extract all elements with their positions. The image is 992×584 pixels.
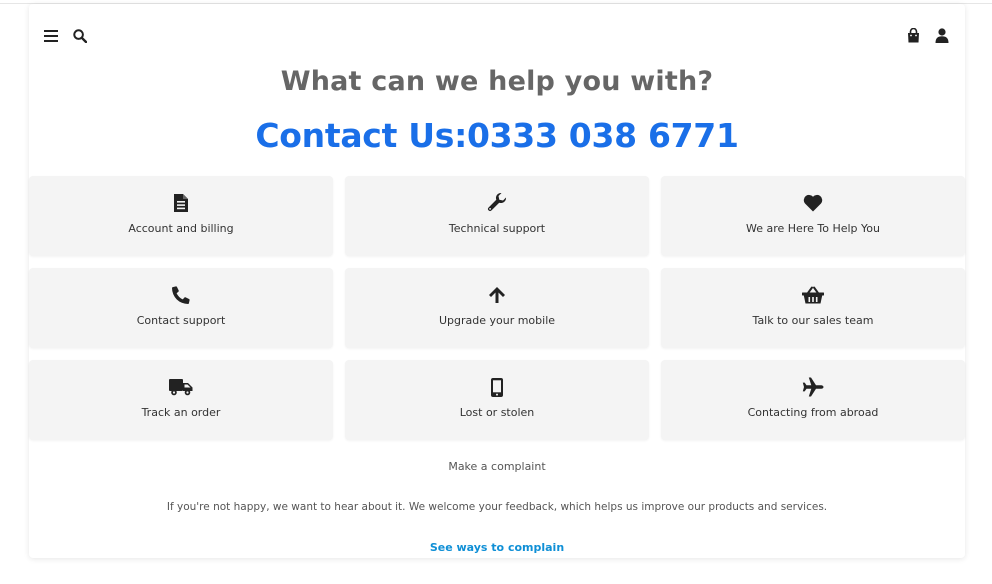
- tile-technical-support[interactable]: Technical support: [345, 176, 649, 256]
- tile-label: Account and billing: [128, 222, 234, 235]
- hamburger-menu-icon[interactable]: [43, 28, 59, 44]
- tile-sales-team[interactable]: Talk to our sales team: [661, 268, 965, 348]
- see-ways-to-complain-link[interactable]: See ways to complain: [29, 541, 965, 554]
- page-title: What can we help you with?: [280, 66, 714, 97]
- document-icon: [29, 192, 333, 214]
- complaint-heading: Make a complaint: [448, 460, 546, 473]
- tile-label: Upgrade your mobile: [438, 314, 556, 327]
- basket-icon: [661, 284, 965, 306]
- tile-label: We are Here To Help You: [746, 222, 880, 235]
- mobile-phone-icon: [345, 376, 649, 398]
- arrow-up-icon: [345, 284, 649, 306]
- search-icon[interactable]: [72, 28, 88, 44]
- tile-label: Lost or stolen: [459, 406, 535, 419]
- tile-contacting-from-abroad[interactable]: Contacting from abroad: [661, 360, 965, 440]
- tile-label: Track an order: [141, 406, 221, 419]
- tile-label: Technical support: [448, 222, 546, 235]
- tile-track-order[interactable]: Track an order: [29, 360, 333, 440]
- tile-label: Contact support: [136, 314, 226, 327]
- help-card: What can we help you with? Contact Us:03…: [29, 4, 965, 558]
- user-icon[interactable]: [934, 27, 950, 43]
- tile-upgrade-mobile[interactable]: Upgrade your mobile: [345, 268, 649, 348]
- phone-icon: [29, 284, 333, 306]
- tile-help[interactable]: We are Here To Help You: [661, 176, 965, 256]
- plane-icon: [661, 376, 965, 398]
- tile-account-and-billing[interactable]: Account and billing: [29, 176, 333, 256]
- tile-lost-or-stolen[interactable]: Lost or stolen: [345, 360, 649, 440]
- heart-icon: [661, 192, 965, 214]
- shopping-bag-icon[interactable]: [905, 27, 921, 43]
- complaint-description: If you're not happy, we want to hear abo…: [166, 501, 828, 513]
- tile-contact-support[interactable]: Contact support: [29, 268, 333, 348]
- tile-label: Talk to our sales team: [752, 314, 874, 327]
- contact-phone-heading: Contact Us:0333 038 6771: [255, 116, 739, 155]
- truck-icon: [29, 376, 333, 398]
- wrench-icon: [345, 192, 649, 214]
- tile-label: Contacting from abroad: [747, 406, 879, 419]
